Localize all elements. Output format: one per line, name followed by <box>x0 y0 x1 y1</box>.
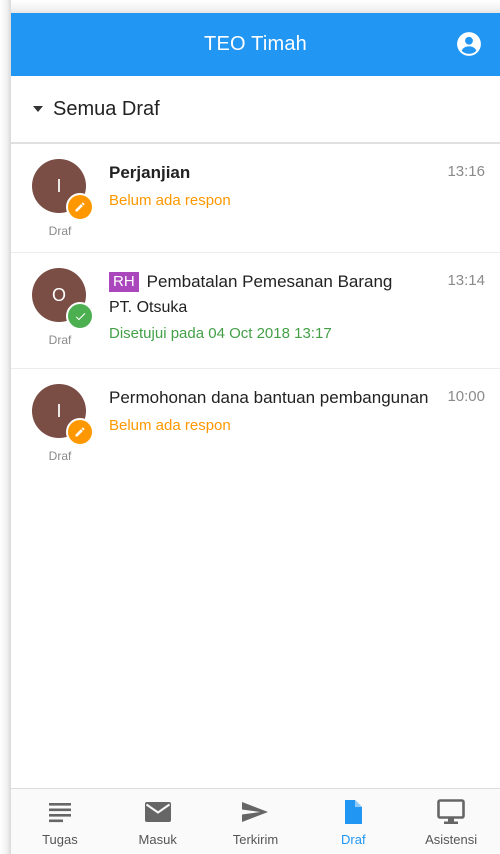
avatar-caption: Draf <box>48 224 72 238</box>
pencil-icon <box>66 418 94 446</box>
account-circle-icon[interactable] <box>456 31 482 57</box>
window-shadow-top <box>0 0 500 13</box>
draft-time: 13:14 <box>447 272 485 289</box>
draft-status: Belum ada respon <box>109 192 231 209</box>
nav-tugas[interactable]: Tugas <box>11 789 109 854</box>
nav-label: Draf <box>341 832 366 847</box>
app-window: TEO Timah Semua Draf I Draf Perjanjian B… <box>11 13 500 854</box>
draft-status: Belum ada respon <box>109 417 231 434</box>
draft-item[interactable]: I Draf Permohonan dana bantuan pembangun… <box>11 369 500 477</box>
draft-time: 10:00 <box>447 388 485 405</box>
filter-dropdown[interactable]: Semua Draf <box>11 76 500 144</box>
nav-label: Masuk <box>138 832 177 847</box>
draft-item[interactable]: I Draf Perjanjian Belum ada respon 13:16 <box>11 144 500 253</box>
draft-list: I Draf Perjanjian Belum ada respon 13:16… <box>11 144 500 477</box>
draft-company: PT. Otsuka <box>109 299 188 316</box>
mail-icon <box>144 802 171 822</box>
avatar-letter: O <box>51 284 66 305</box>
draft-item[interactable]: O Draf RH Pembatalan Pemesanan Barang PT.… <box>11 253 500 369</box>
draft-subject: Pembatalan Pemesanan Barang <box>146 272 393 291</box>
monitor-icon <box>437 799 465 824</box>
filter-label: Semua Draf <box>53 97 160 120</box>
file-icon <box>345 800 363 824</box>
draft-subject-line: RH Pembatalan Pemesanan Barang <box>109 271 429 293</box>
sender-tag: RH <box>109 272 139 292</box>
avatar-caption: Draf <box>48 449 72 463</box>
draft-time: 13:16 <box>447 163 485 180</box>
caret-down-icon <box>33 106 43 112</box>
draft-content: RH Pembatalan Pemesanan Barang PT. Otsuka… <box>109 271 429 342</box>
nav-label: Terkirim <box>232 832 279 847</box>
avatar-caption: Draf <box>48 333 72 347</box>
avatar-letter: I <box>56 175 62 196</box>
app-bar: TEO Timah <box>11 13 500 76</box>
nav-asistensi[interactable]: Asistensi <box>402 789 500 854</box>
list-icon <box>48 803 71 823</box>
nav-label: Asistensi <box>425 832 478 847</box>
bottom-navigation: Tugas Masuk Terkirim Draf Asistensi <box>11 788 500 854</box>
draft-content: Permohonan dana bantuan pembangunan Belu… <box>109 387 429 434</box>
app-title: TEO Timah <box>204 33 307 55</box>
nav-masuk[interactable]: Masuk <box>109 789 207 854</box>
send-icon <box>242 802 269 822</box>
nav-draf[interactable]: Draf <box>304 789 402 854</box>
nav-terkirim[interactable]: Terkirim <box>207 789 305 854</box>
nav-label: Tugas <box>42 832 78 847</box>
check-icon <box>66 302 94 330</box>
pencil-icon <box>66 193 94 221</box>
draft-content: Perjanjian Belum ada respon <box>109 162 429 209</box>
avatar-letter: I <box>56 400 62 421</box>
window-shadow-left <box>0 0 11 854</box>
draft-subject: Permohonan dana bantuan pembangunan <box>109 388 429 407</box>
draft-subject: Perjanjian <box>109 163 191 182</box>
draft-status: Disetujui pada 04 Oct 2018 13:17 <box>109 325 332 342</box>
